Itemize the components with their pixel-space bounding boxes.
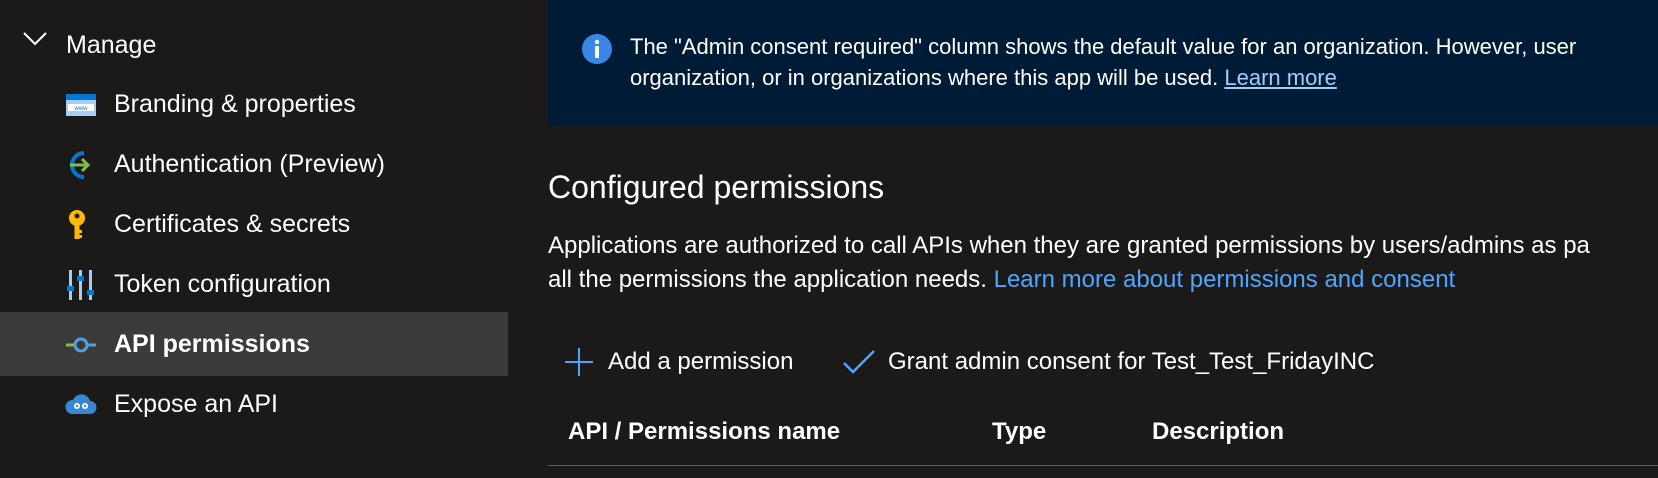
info-icon <box>582 34 612 64</box>
column-header-description[interactable]: Description <box>1152 414 1284 450</box>
plus-icon <box>565 348 593 376</box>
grant-admin-consent-button[interactable]: Grant admin consent for Test_Test_Friday… <box>842 342 1374 382</box>
sidebar-item-token-configuration[interactable]: Token configuration <box>0 252 508 316</box>
column-header-api-permissions-name[interactable]: API / Permissions name <box>568 414 840 450</box>
section-title: Configured permissions <box>548 169 885 205</box>
sidebar-item-certificates[interactable]: Certificates & secrets <box>0 192 508 256</box>
section-desc-line-2-text: all the permissions the application need… <box>548 266 987 293</box>
manage-group-header[interactable]: Manage <box>0 18 508 68</box>
toolbar: Add a permission Grant admin consent for… <box>548 342 1658 382</box>
cloud-icon <box>65 394 97 414</box>
sidebar-item-label: Certificates & secrets <box>114 210 351 238</box>
section-desc-line-1: Applications are authorized to call APIs… <box>548 232 1590 259</box>
banner-text: The "Admin consent required" column show… <box>630 31 1658 93</box>
sidebar: Manage www Branding & properties Authent… <box>0 0 508 478</box>
sidebar-item-api-permissions[interactable]: API permissions <box>0 312 508 376</box>
token-config-icon <box>67 270 94 300</box>
banner-line-1: The "Admin consent required" column show… <box>630 34 1577 59</box>
authentication-icon <box>70 151 91 179</box>
sidebar-item-label: Expose an API <box>114 390 279 418</box>
sidebar-item-label: Authentication (Preview) <box>114 150 385 178</box>
section-desc-line-2: all the permissions the application need… <box>548 263 1658 297</box>
sidebar-item-label: Branding & properties <box>114 90 356 118</box>
main-content: The "Admin consent required" column show… <box>548 0 1658 478</box>
add-permission-button[interactable]: Add a permission <box>562 342 793 382</box>
manage-group-label: Manage <box>66 31 157 59</box>
column-header-type[interactable]: Type <box>992 414 1046 450</box>
checkmark-icon <box>843 350 875 374</box>
api-permissions-icon <box>66 337 96 353</box>
add-permission-label: Add a permission <box>608 348 794 375</box>
learn-more-permissions-link[interactable]: Learn more about permissions and consent <box>994 266 1456 293</box>
banner-line-2: organization, or in organizations where … <box>630 62 1658 93</box>
sidebar-item-label: API permissions <box>114 330 310 358</box>
sidebar-item-label: Token configuration <box>114 270 331 298</box>
chevron-down-icon[interactable] <box>22 30 48 48</box>
branding-icon: www <box>66 94 96 116</box>
sidebar-item-authentication[interactable]: Authentication (Preview) <box>0 132 508 196</box>
sidebar-item-expose-api[interactable]: Expose an API <box>0 372 508 436</box>
svg-text:www: www <box>74 106 89 112</box>
sidebar-item-branding[interactable]: www Branding & properties <box>0 72 508 136</box>
info-banner: The "Admin consent required" column show… <box>548 0 1658 126</box>
banner-learn-more-link[interactable]: Learn more <box>1224 65 1337 90</box>
permissions-table-header: API / Permissions name Type Description <box>548 414 1658 466</box>
grant-admin-consent-label: Grant admin consent for Test_Test_Friday… <box>888 348 1375 375</box>
key-icon <box>69 210 85 239</box>
banner-line-2-text: organization, or in organizations where … <box>630 65 1219 90</box>
section-description: Applications are authorized to call APIs… <box>548 229 1658 297</box>
